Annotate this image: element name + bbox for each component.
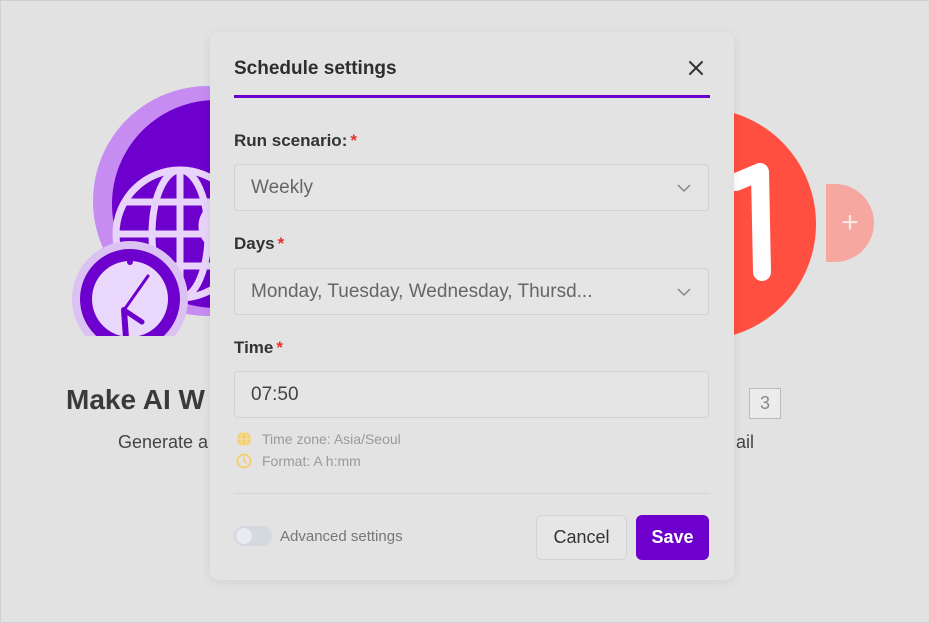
toggle-knob bbox=[236, 528, 252, 544]
close-button[interactable] bbox=[684, 56, 708, 80]
advanced-settings-toggle[interactable] bbox=[234, 526, 272, 546]
close-icon bbox=[689, 61, 703, 75]
dialog-title: Schedule settings bbox=[234, 58, 397, 79]
add-module-button[interactable]: + bbox=[826, 184, 874, 262]
module-subtitle: Generate a bbox=[118, 432, 209, 452]
days-select[interactable]: Monday, Tuesday, Wednesday, Thursd... bbox=[234, 268, 709, 315]
module-count-badge: 3 bbox=[749, 388, 781, 419]
chevron-down-icon bbox=[677, 184, 691, 193]
time-value: 07:50 bbox=[251, 383, 299, 405]
schedule-settings-dialog: Schedule settings Run scenario: * Weekly … bbox=[210, 32, 734, 580]
module-title: Make AI W bbox=[66, 384, 205, 415]
globe-hint-icon bbox=[237, 431, 251, 447]
module-subtitle-right: ail bbox=[736, 432, 755, 452]
run-scenario-select[interactable]: Weekly bbox=[234, 164, 709, 211]
required-mark: * bbox=[277, 234, 285, 253]
timezone-hint: Time zone: Asia/Seoul bbox=[236, 431, 401, 447]
save-button[interactable]: Save bbox=[636, 515, 709, 560]
days-value: Monday, Tuesday, Wednesday, Thursd... bbox=[251, 280, 593, 302]
footer-divider bbox=[234, 493, 710, 494]
advanced-settings-toggle-row: Advanced settings bbox=[234, 526, 403, 546]
plus-icon: + bbox=[841, 206, 859, 239]
time-input[interactable]: 07:50 bbox=[234, 371, 709, 418]
clock-hint-icon bbox=[236, 453, 252, 469]
required-mark: * bbox=[276, 338, 283, 357]
run-scenario-label: Run scenario: * bbox=[234, 131, 357, 150]
clock-icon bbox=[92, 261, 168, 337]
format-hint: Format: A h:mm bbox=[236, 453, 361, 469]
time-label: Time * bbox=[234, 338, 283, 357]
dialog-header: Schedule settings bbox=[234, 58, 710, 98]
days-label: Days * bbox=[234, 234, 285, 253]
run-scenario-value: Weekly bbox=[251, 176, 313, 198]
chevron-down-icon bbox=[677, 288, 691, 297]
required-mark: * bbox=[350, 131, 357, 150]
cancel-button[interactable]: Cancel bbox=[536, 515, 627, 560]
advanced-settings-label: Advanced settings bbox=[280, 527, 403, 545]
